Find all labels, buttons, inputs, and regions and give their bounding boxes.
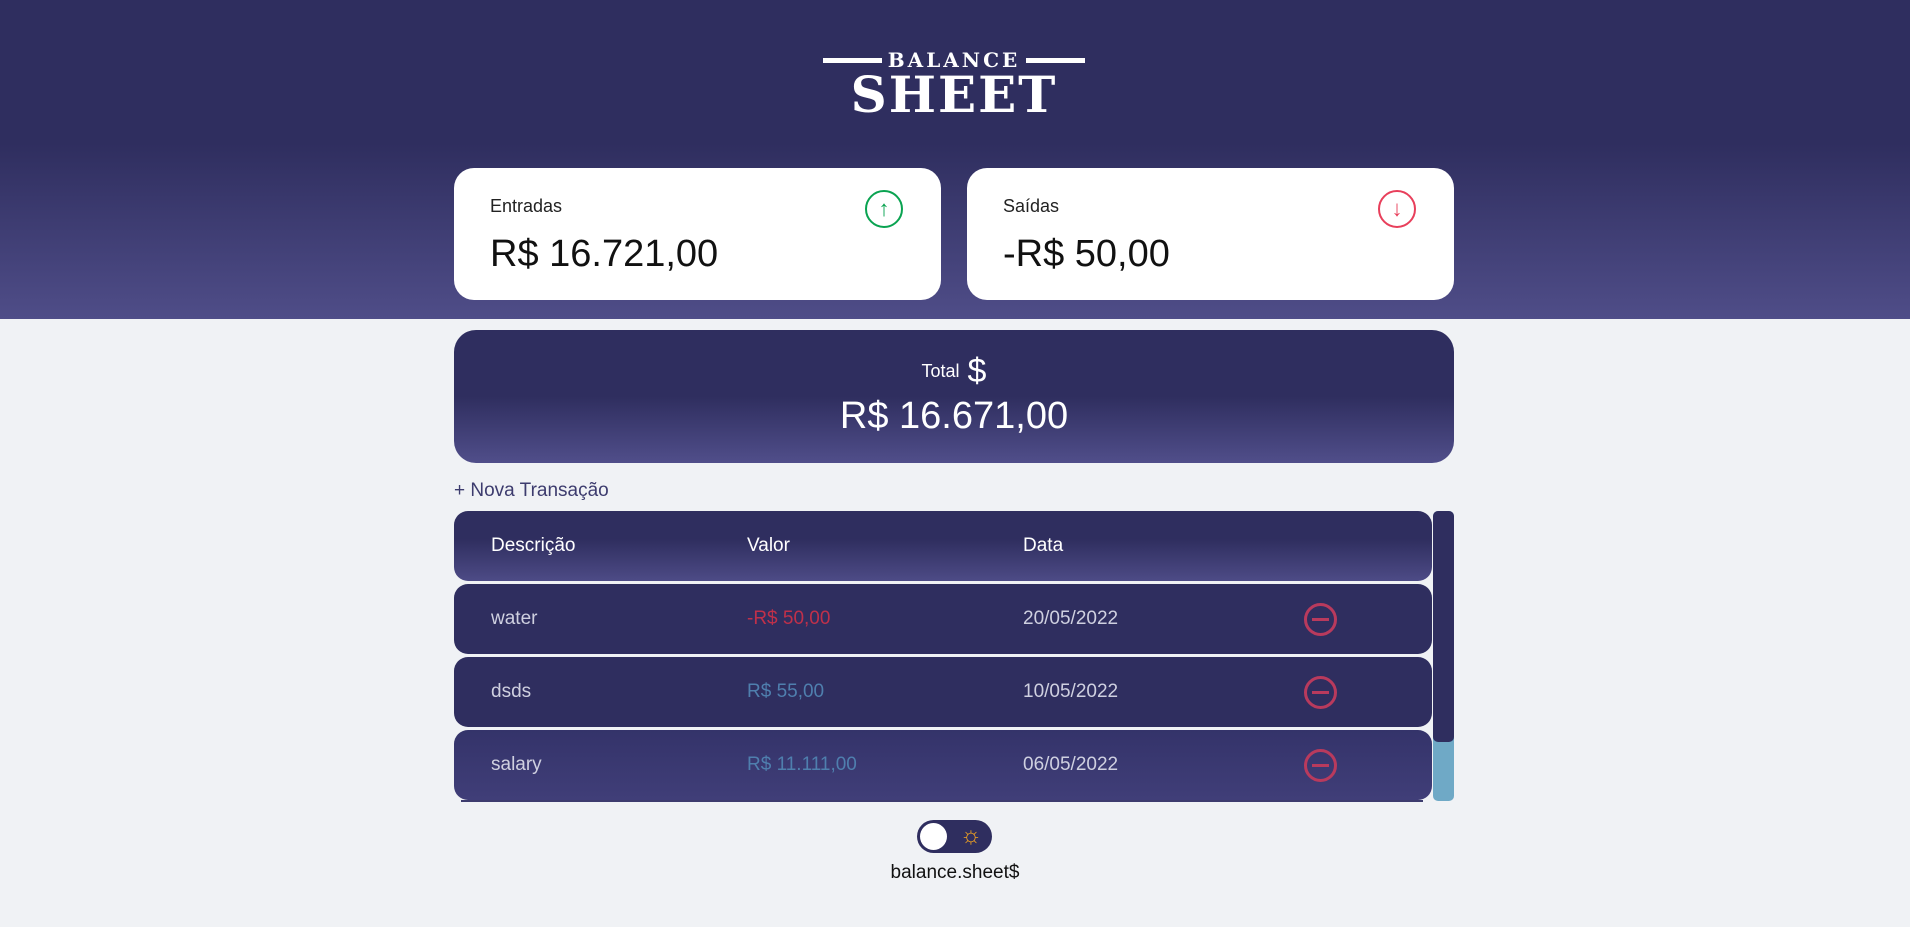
total-card: Total $ R$ 16.671,00 <box>454 330 1454 463</box>
table-header: Descrição Valor Data <box>454 511 1432 581</box>
logo-line2: SHEET <box>850 65 1058 124</box>
sun-icon: ☼ <box>960 822 982 849</box>
remove-circle-icon[interactable] <box>1304 748 1337 782</box>
scrollbar-thumb[interactable] <box>1433 511 1454 742</box>
row-date: 20/05/2022 <box>1023 608 1119 629</box>
table-row: salary R$ 11.111,00 06/05/2022 <box>454 730 1432 800</box>
toggle-knob <box>920 823 947 850</box>
header-description: Descrição <box>491 535 576 556</box>
new-transaction-link[interactable]: + Nova Transação <box>454 480 609 502</box>
theme-toggle[interactable]: ☼ <box>917 820 992 853</box>
row-value: R$ 11.111,00 <box>747 754 857 775</box>
total-label: Total <box>921 361 960 381</box>
row-value: -R$ 50,00 <box>747 608 831 629</box>
expense-card: Saídas -R$ 50,00 ↓ <box>967 168 1454 300</box>
income-value: R$ 16.721,00 <box>490 233 719 275</box>
income-card: Entradas R$ 16.721,00 ↑ <box>454 168 941 300</box>
arrow-up-circle-icon: ↑ <box>865 190 903 228</box>
table-row: water -R$ 50,00 20/05/2022 <box>454 584 1432 654</box>
remove-circle-icon[interactable] <box>1304 675 1337 709</box>
arrow-down-circle-icon: ↓ <box>1378 190 1416 228</box>
income-label: Entradas <box>490 196 563 216</box>
row-date: 06/05/2022 <box>1023 754 1119 775</box>
row-value: R$ 55,00 <box>747 681 825 702</box>
row-description: water <box>491 608 538 629</box>
table-divider <box>461 800 1423 802</box>
expense-label: Saídas <box>1003 196 1060 216</box>
transactions-table: Descrição Valor Data water -R$ 50,00 20/… <box>454 511 1432 801</box>
header-date: Data <box>1023 535 1064 556</box>
table-row: dsds R$ 55,00 10/05/2022 <box>454 657 1432 727</box>
table-scrollbar[interactable] <box>1433 511 1454 801</box>
row-description: salary <box>491 754 542 775</box>
remove-circle-icon[interactable] <box>1304 602 1337 636</box>
row-date: 10/05/2022 <box>1023 681 1119 702</box>
footer-text: balance.sheet$ <box>890 862 1020 883</box>
header-value: Valor <box>747 535 790 556</box>
expense-value: -R$ 50,00 <box>1003 233 1170 275</box>
total-value: R$ 16.671,00 <box>839 395 1069 437</box>
row-description: dsds <box>491 681 532 702</box>
dollar-icon: $ <box>967 352 987 390</box>
logo: BALANCE SHEET <box>823 48 1086 124</box>
